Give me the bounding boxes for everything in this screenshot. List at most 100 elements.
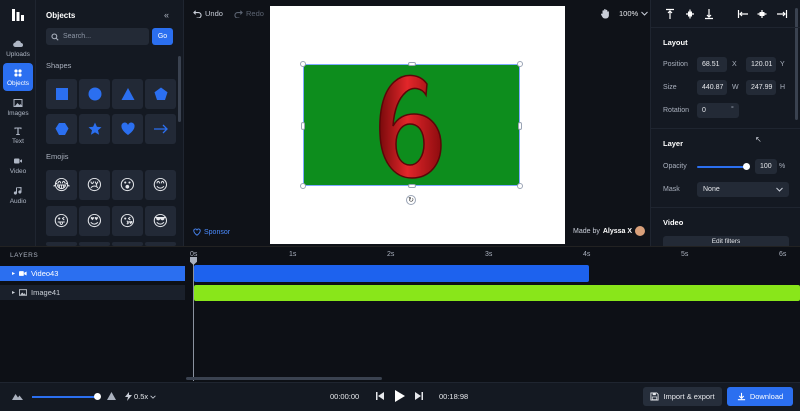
resize-handle-right[interactable] [518, 122, 522, 130]
download-button[interactable]: Download [727, 387, 793, 406]
align-top-icon[interactable] [664, 8, 676, 20]
position-x-input[interactable]: 68.51 [697, 57, 727, 72]
made-by-credit[interactable]: Made by Alyssa X [573, 226, 646, 236]
hand-icon [600, 8, 609, 18]
rotation-unit: ° [731, 106, 734, 113]
opacity-slider-handle[interactable] [743, 163, 750, 170]
expand-arrow-icon[interactable]: ▸ [12, 289, 15, 296]
position-x-unit: X [732, 61, 737, 68]
emojis-section-title: Emojis [46, 152, 69, 161]
edit-filters-button[interactable]: Edit filters [663, 236, 789, 246]
time-tick-label: 4s [583, 251, 591, 258]
emoji-tile[interactable]: 😮 [112, 170, 143, 200]
objects-panel: Objects « Search... Go Shapes Emojis 😂 😢… [36, 0, 184, 246]
hand-tool-button[interactable] [600, 6, 610, 20]
redo-button[interactable]: Redo [234, 6, 264, 20]
position-y-input[interactable]: 120.01 [746, 57, 776, 72]
shape-triangle-tile[interactable] [112, 79, 143, 109]
playhead[interactable] [193, 259, 194, 381]
width-input[interactable]: 440.87 [697, 80, 727, 95]
emoji-heart-eyes-icon: 😍 [86, 212, 103, 230]
rotate-handle[interactable]: ↻ [406, 195, 416, 205]
import-export-button[interactable]: Import & export [643, 387, 722, 406]
collapse-panel-icon[interactable]: « [164, 10, 169, 20]
rail-item-audio[interactable]: Audio [3, 181, 33, 209]
shape-pentagon-outline-tile[interactable] [46, 114, 77, 144]
resize-handle-left[interactable] [301, 122, 305, 130]
sponsor-link[interactable]: Sponsor [193, 226, 230, 238]
align-center-icon[interactable] [756, 8, 768, 20]
search-input[interactable]: Search... [46, 28, 149, 45]
height-input[interactable]: 247.99 [746, 80, 776, 95]
shape-heart-tile[interactable] [112, 114, 143, 144]
resize-handle-top[interactable] [408, 62, 416, 66]
speed-dropdown[interactable]: 0.5x [125, 392, 156, 401]
made-by-prefix: Made by [573, 227, 600, 235]
objects-scrollbar[interactable] [178, 56, 181, 122]
resize-handle-tr[interactable] [517, 61, 523, 67]
shape-arrow-tile[interactable] [145, 114, 176, 144]
emoji-tile[interactable]: 😎 [145, 206, 176, 236]
emoji-tile[interactable]: 😜 [46, 206, 77, 236]
layer-row-image[interactable]: ▸ Image41 [0, 285, 185, 300]
undo-button[interactable]: Undo [193, 6, 223, 20]
triangle-icon [121, 88, 134, 100]
align-middle-icon[interactable] [684, 8, 696, 20]
shape-circle-tile[interactable] [79, 79, 110, 109]
image-clip-track[interactable] [194, 285, 800, 301]
go-button[interactable]: Go [152, 28, 173, 45]
shape-square-tile[interactable] [46, 79, 77, 109]
mask-select[interactable]: None [697, 182, 789, 197]
shape-star-tile[interactable] [79, 114, 110, 144]
video-clip-track[interactable] [194, 265, 589, 282]
skip-back-icon[interactable] [376, 392, 384, 400]
rail-item-uploads[interactable]: Uploads [3, 34, 33, 62]
play-icon[interactable] [395, 390, 405, 402]
chevron-down-icon [776, 187, 783, 192]
emoji-tile[interactable]: 😊 [145, 170, 176, 200]
mouse-cursor: ↖ [755, 135, 762, 144]
skip-forward-icon[interactable] [415, 392, 423, 400]
zoom-in-mountain-icon[interactable] [107, 391, 116, 400]
emoji-tile[interactable]: 😘 [112, 206, 143, 236]
shape-pentagon-tile[interactable] [145, 79, 176, 109]
layer-row-video[interactable]: ▸ Video43 [0, 266, 185, 281]
mask-label: Mask [663, 186, 680, 193]
chevron-down-icon [150, 395, 156, 399]
align-left-icon[interactable] [737, 8, 749, 20]
timeline-scrollbar[interactable] [186, 377, 382, 380]
resize-handle-bottom[interactable] [408, 184, 416, 188]
rail-item-video[interactable]: Video [3, 151, 33, 179]
opacity-input[interactable]: 100 [755, 159, 777, 174]
rail-item-images[interactable]: Images [3, 93, 33, 121]
emoji-smile-icon: 😊 [152, 176, 169, 194]
emoji-tile[interactable]: 😂 [46, 170, 77, 200]
time-tick-label: 2s [387, 251, 395, 258]
align-bottom-icon[interactable] [703, 8, 715, 20]
zoom-dropdown[interactable]: 100% [619, 6, 649, 20]
rail-item-text[interactable]: Text [3, 121, 33, 149]
position-label: Position [663, 61, 688, 68]
timeline-zoom-handle[interactable] [94, 393, 101, 400]
zoom-out-mountain-icon[interactable] [12, 392, 23, 400]
resize-handle-bl[interactable] [300, 183, 306, 189]
properties-panel [650, 0, 800, 246]
align-right-icon[interactable] [776, 8, 788, 20]
rail-label-objects: Objects [6, 79, 30, 87]
time-tick-label: 6s [779, 251, 787, 258]
resize-handle-tl[interactable] [300, 61, 306, 67]
redo-label: Redo [246, 8, 264, 18]
text-icon [14, 127, 22, 135]
opacity-slider[interactable] [697, 166, 747, 168]
video-section-title: Video [663, 218, 684, 227]
emoji-joy-icon: 😂 [52, 176, 71, 194]
timeline-zoom-slider[interactable] [32, 396, 98, 398]
rail-item-objects[interactable]: Objects [3, 63, 33, 91]
emoji-tile[interactable]: 😢 [79, 170, 110, 200]
expand-arrow-icon[interactable]: ▸ [12, 270, 15, 277]
left-rail: Uploads Objects Images Text Video Audio [0, 0, 36, 246]
properties-scrollbar[interactable] [795, 8, 798, 120]
emoji-tile[interactable]: 😍 [79, 206, 110, 236]
heart-icon [120, 122, 135, 135]
resize-handle-br[interactable] [517, 183, 523, 189]
